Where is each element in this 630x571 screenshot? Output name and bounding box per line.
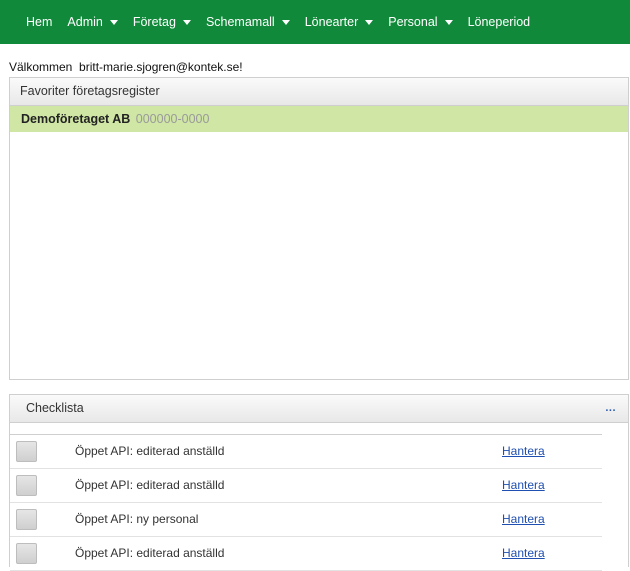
top-navigation-bar: Hem Admin Företag Schemamall Lönearter P… — [0, 0, 630, 44]
favorite-company-row[interactable]: Demoföretaget AB 000000-0000 — [10, 106, 628, 132]
nav-item-loneperiod[interactable]: Löneperiod — [468, 15, 531, 29]
nav-item-schemamall[interactable]: Schemamall — [206, 15, 290, 29]
nav-item-label: Hem — [26, 15, 53, 29]
nav-item-label: Schemamall — [205, 15, 275, 29]
hantera-link[interactable]: Hantera — [502, 512, 545, 526]
nav-item-hem[interactable]: Hem — [26, 15, 52, 29]
caret-down-icon — [365, 19, 374, 25]
nav-item-label: Lönearter — [304, 15, 359, 29]
checklist-item-label: Öppet API: editerad anställd — [75, 546, 225, 560]
checklist-item-label: Öppet API: editerad anställd — [75, 478, 225, 492]
hantera-link[interactable]: Hantera — [502, 444, 545, 458]
checklist-item-label: Öppet API: ny personal — [75, 512, 199, 526]
favorites-panel-title: Favoriter företagsregister — [10, 78, 628, 106]
nav-item-lonearter[interactable]: Lönearter — [305, 15, 374, 29]
company-org-number: 000000-0000 — [135, 112, 210, 126]
welcome-message: Välkommen britt-marie.sjogren@kontek.se! — [9, 60, 243, 74]
nav-item-label: Personal — [388, 15, 438, 29]
checklist-checkbox[interactable] — [16, 509, 37, 530]
favorites-panel: Favoriter företagsregister Demoföretaget… — [9, 77, 629, 380]
nav-item-personal[interactable]: Personal — [388, 15, 453, 29]
nav-item-label: Admin — [67, 15, 103, 29]
checklist-list: Öppet API: editerad anställd Hantera Öpp… — [10, 434, 602, 571]
hantera-link[interactable]: Hantera — [502, 546, 545, 560]
nav-item-admin[interactable]: Admin — [67, 15, 118, 29]
checklist-checkbox[interactable] — [16, 441, 37, 462]
checklist-panel-header: Checklista ... — [10, 395, 628, 423]
caret-down-icon — [109, 19, 118, 25]
caret-down-icon — [182, 19, 191, 25]
checklist-row: Öppet API: editerad anställd Hantera — [10, 469, 602, 503]
more-options-icon[interactable]: ... — [605, 395, 616, 422]
nav-item-label: Löneperiod — [467, 15, 531, 29]
checklist-panel: Checklista ... Öppet API: editerad anstä… — [9, 394, 629, 571]
checklist-checkbox[interactable] — [16, 475, 37, 496]
nav-item-label: Företag — [132, 15, 176, 29]
checklist-row: Öppet API: editerad anställd Hantera — [10, 435, 602, 469]
nav-item-foretag[interactable]: Företag — [133, 15, 191, 29]
company-name: Demoföretaget AB — [21, 112, 131, 126]
checklist-row: Öppet API: ny personal Hantera — [10, 503, 602, 537]
checklist-checkbox[interactable] — [16, 543, 37, 564]
caret-down-icon — [444, 19, 453, 25]
hantera-link[interactable]: Hantera — [502, 478, 545, 492]
checklist-panel-title: Checklista — [26, 401, 84, 415]
checklist-row: Öppet API: editerad anställd Hantera — [10, 537, 602, 571]
caret-down-icon — [281, 19, 290, 25]
checklist-item-label: Öppet API: editerad anställd — [75, 444, 225, 458]
